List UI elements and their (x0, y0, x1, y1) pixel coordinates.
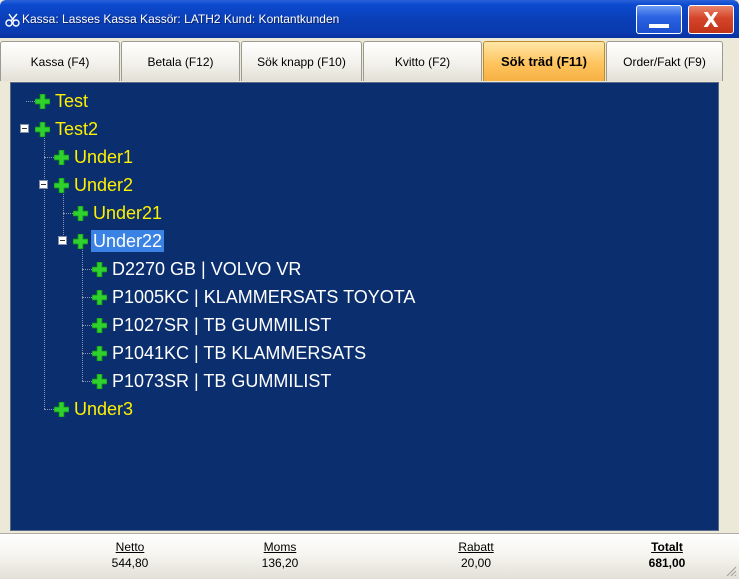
plus-icon (35, 93, 50, 109)
tab-label: Order/Fakt (F9) (623, 54, 706, 69)
tree-connector (63, 213, 73, 214)
tree-node-under21[interactable]: Under21 (73, 201, 164, 225)
netto-value: 544,80 (111, 556, 149, 570)
plus-icon (73, 205, 88, 221)
resize-grip-icon[interactable] (725, 565, 737, 577)
total-value: 681,00 (648, 556, 686, 570)
tree-connector (82, 247, 83, 381)
tree-connector (44, 157, 54, 158)
plus-icon (92, 289, 107, 305)
total-summary: Totalt 681,00 (636, 539, 698, 571)
tree-connector (63, 191, 64, 241)
plus-icon (73, 233, 88, 249)
tree-item-p1005kc[interactable]: P1005KC | KLAMMERSATS TOYOTA (92, 285, 417, 309)
collapse-icon[interactable] (20, 124, 29, 133)
tree-node-under1[interactable]: Under1 (54, 145, 135, 169)
tree-connector (44, 135, 45, 409)
plus-icon (54, 177, 69, 193)
tab-bar: Kassa (F4) Betala (F12) Sök knapp (F10) … (0, 41, 739, 81)
minimize-button[interactable] (636, 5, 682, 34)
tree-node-label-selected: Under22 (91, 230, 165, 252)
tree-node-under2[interactable]: Under2 (54, 173, 135, 197)
minimize-icon (649, 23, 669, 28)
tab-label: Kvitto (F2) (394, 54, 451, 69)
tree-node-under3[interactable]: Under3 (54, 397, 135, 421)
moms-label: Moms (263, 540, 297, 554)
scissors-icon (5, 13, 20, 27)
tree-item-label: P1041KC | TB KLAMMERSATS (112, 343, 367, 363)
tree-item-d2270gb[interactable]: D2270 GB | VOLVO VR (92, 257, 303, 281)
tree-node-label: Under3 (74, 399, 134, 419)
tree-node-label: Under21 (93, 203, 163, 223)
tab-label: Sök träd (F11) (501, 54, 587, 69)
tree-item-label: D2270 GB | VOLVO VR (112, 259, 302, 279)
plus-icon (35, 121, 50, 137)
tab-kassa[interactable]: Kassa (F4) (0, 41, 120, 81)
plus-icon (92, 373, 107, 389)
tree-connector (82, 269, 92, 270)
moms-value: 136,20 (261, 556, 299, 570)
moms-summary: Moms 136,20 (250, 539, 310, 571)
tab-label: Betala (F12) (147, 54, 214, 69)
netto-summary: Netto 544,80 (100, 539, 160, 571)
collapse-icon[interactable] (39, 180, 48, 189)
plus-icon (54, 149, 69, 165)
plus-icon (92, 261, 107, 277)
tree-connector (82, 353, 92, 354)
tree-node-label: Test (55, 91, 89, 111)
total-label: Totalt (651, 540, 683, 554)
tree-item-label: P1005KC | KLAMMERSATS TOYOTA (112, 287, 416, 307)
tree-connector (82, 325, 92, 326)
tree-node-under22[interactable]: Under22 (73, 229, 165, 253)
tree-connector (44, 409, 54, 410)
tree-node-test2[interactable]: Test2 (35, 117, 100, 141)
tree-node-label: Under2 (74, 175, 134, 195)
tab-sok-knapp[interactable]: Sök knapp (F10) (241, 41, 362, 81)
tab-sok-trad[interactable]: Sök träd (F11) (483, 41, 605, 81)
tree-connector (26, 101, 35, 102)
totals-bar: Netto 544,80 Moms 136,20 Rabatt 20,00 To… (0, 533, 739, 579)
tree-node-test[interactable]: Test (35, 89, 90, 113)
rabatt-value: 20,00 (460, 556, 492, 570)
tree-item-p1041kc[interactable]: P1041KC | TB KLAMMERSATS (92, 341, 368, 365)
plus-icon (54, 401, 69, 417)
tree-item-p1073sr[interactable]: P1073SR | TB GUMMILIST (92, 369, 333, 393)
close-icon: X (703, 7, 719, 32)
tab-label: Kassa (F4) (30, 54, 90, 69)
rabatt-summary: Rabatt 20,00 (446, 539, 506, 571)
window-title: Kassa: Lasses Kassa Kassör: LATH2 Kund: … (22, 12, 340, 26)
tab-betala[interactable]: Betala (F12) (121, 41, 240, 81)
tab-kvitto[interactable]: Kvitto (F2) (363, 41, 482, 81)
tree-item-label: P1073SR | TB GUMMILIST (112, 371, 332, 391)
tab-order-fakt[interactable]: Order/Fakt (F9) (606, 41, 723, 81)
collapse-icon[interactable] (58, 236, 67, 245)
tree-item-label: P1027SR | TB GUMMILIST (112, 315, 332, 335)
plus-icon (92, 345, 107, 361)
tree-connector (82, 381, 92, 382)
tree-connector (82, 297, 92, 298)
tree-item-p1027sr[interactable]: P1027SR | TB GUMMILIST (92, 313, 333, 337)
tree-node-label: Under1 (74, 147, 134, 167)
plus-icon (92, 317, 107, 333)
netto-label: Netto (115, 540, 145, 554)
tree-node-label: Test2 (55, 119, 99, 139)
rabatt-label: Rabatt (458, 540, 494, 554)
close-button[interactable]: X (688, 5, 734, 34)
title-bar[interactable]: Kassa: Lasses Kassa Kassör: LATH2 Kund: … (0, 0, 739, 38)
search-tree[interactable]: Test Test2 Under1 Under2 Under21 Under22… (10, 82, 719, 531)
tab-label: Sök knapp (F10) (257, 54, 346, 69)
